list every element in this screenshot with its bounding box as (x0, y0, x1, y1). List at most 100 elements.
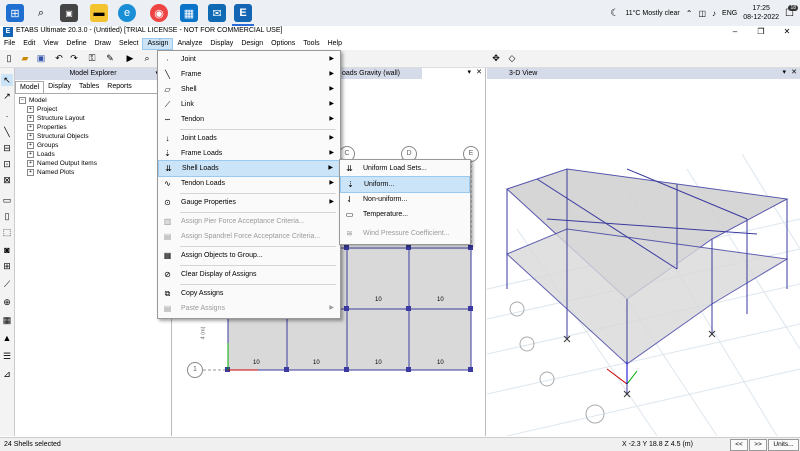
draw-dimension-icon[interactable]: ⊞ (1, 260, 13, 272)
draw-column-icon[interactable]: ⊡ (1, 158, 13, 170)
expand-icon[interactable]: + (27, 124, 34, 131)
store-icon[interactable]: ▦ (180, 4, 198, 22)
menu-item-joint-loads[interactable]: ↓ Joint Loads ▶ (158, 131, 340, 146)
draw-tendon-icon[interactable]: ⊕ (1, 296, 13, 308)
menu-item-tendon[interactable]: ∽ Tendon ▶ (158, 112, 340, 127)
draw-wall-icon[interactable]: ▯ (1, 210, 13, 222)
notification-icon[interactable]: ☐ 18 (785, 4, 798, 19)
tree-item-project[interactable]: + Project (27, 105, 97, 114)
edit-icon[interactable]: ✎ (104, 52, 116, 64)
draw-section-cut-icon[interactable]: ◙ (1, 244, 13, 256)
draw-grid-icon[interactable]: ▦ (1, 314, 13, 326)
undo-icon[interactable]: ↶ (53, 52, 65, 64)
clock[interactable]: 17:25 08-12-2022 (743, 4, 779, 22)
redo-icon[interactable]: ↷ (68, 52, 80, 64)
draw-link-icon[interactable]: ⊿ (1, 368, 13, 380)
draw-brace-icon[interactable]: ⊠ (1, 174, 13, 186)
menu-help[interactable]: Help (324, 38, 346, 50)
new-model-icon[interactable]: ▯ (3, 52, 15, 64)
menu-item-paste-assigns[interactable]: ▤ Paste Assigns ▶ (158, 301, 340, 316)
grid-bubble-1[interactable]: 1 (187, 362, 203, 378)
perspective-icon[interactable]: ◇ (506, 52, 518, 64)
menu-tools[interactable]: Tools (299, 38, 323, 50)
save-icon[interactable]: ▣ (35, 52, 47, 64)
mail-icon[interactable]: ✉ (208, 4, 226, 22)
menu-item-assign-group[interactable]: ▦ Assign Objects to Group... (158, 248, 340, 263)
menu-define[interactable]: Define (62, 38, 90, 50)
tab-display[interactable]: Display (44, 81, 75, 93)
collapse-icon[interactable]: − (19, 97, 26, 104)
menu-item-gauge-properties[interactable]: ⊙ Gauge Properties ▶ (158, 195, 340, 210)
menu-item-copy-assigns[interactable]: ⧉ Copy Assigns (158, 286, 340, 301)
menu-draw[interactable]: Draw (91, 38, 115, 50)
draw-frame-icon[interactable]: ╲ (1, 126, 13, 138)
tree-item-properties[interactable]: + Properties (27, 123, 97, 132)
next-view-button[interactable]: >> (749, 439, 767, 451)
expand-icon[interactable]: + (27, 133, 34, 140)
draw-wall-stack-icon[interactable]: ☰ (1, 350, 13, 362)
draw-floor-icon[interactable]: ▭ (1, 194, 13, 206)
zoom-icon[interactable]: ⌕ (141, 52, 153, 64)
menu-item-non-uniform[interactable]: ⇃ Non-uniform... (340, 192, 470, 207)
menu-item-uniform[interactable]: ⇣ Uniform... (340, 176, 470, 193)
expand-icon[interactable]: + (27, 160, 34, 167)
menu-view[interactable]: View (39, 38, 62, 50)
tree-item-structure-layout[interactable]: + Structure Layout (27, 114, 97, 123)
expand-icon[interactable]: + (27, 151, 34, 158)
draw-reference-icon[interactable]: ⟋ (1, 278, 13, 290)
restore-button[interactable]: ❐ (748, 26, 774, 38)
tree-item-loads[interactable]: + Loads (27, 150, 97, 159)
menu-analyze[interactable]: Analyze (173, 38, 206, 50)
3d-view-menu-icon[interactable]: ▾ (782, 68, 786, 76)
tree-item-named-output-items[interactable]: + Named Output Items (27, 159, 97, 168)
tree-item-groups[interactable]: + Groups (27, 141, 97, 150)
previous-view-button[interactable]: << (730, 439, 748, 451)
tab-model[interactable]: Model (15, 81, 45, 93)
draw-opening-icon[interactable]: ⬚ (1, 226, 13, 238)
3d-view-tab[interactable]: 3-D View (487, 68, 800, 79)
menu-item-frame-loads[interactable]: ⇣ Frame Loads ▶ (158, 146, 340, 161)
network-icon[interactable]: ◫ (698, 9, 706, 18)
expand-icon[interactable]: + (27, 169, 34, 176)
expand-icon[interactable]: + (27, 115, 34, 122)
menu-options[interactable]: Options (267, 38, 299, 50)
menu-edit[interactable]: Edit (19, 38, 39, 50)
open-icon[interactable]: ▰ (19, 52, 31, 64)
tree-root-model[interactable]: − Model (19, 96, 89, 105)
menu-select[interactable]: Select (115, 38, 142, 50)
menu-assign[interactable]: Assign (142, 38, 174, 50)
windows-start-icon[interactable]: ⊞ (6, 4, 24, 22)
file-explorer-icon[interactable]: ▬ (90, 4, 108, 22)
tab-tables[interactable]: Tables (75, 81, 103, 93)
menu-item-uniform-load-sets[interactable]: ⇊ Uniform Load Sets... (340, 161, 470, 176)
menu-file[interactable]: File (0, 38, 19, 50)
reshape-icon[interactable]: ↗ (1, 90, 13, 102)
menu-item-shell[interactable]: ▱ Shell ▶ (158, 82, 340, 97)
volume-icon[interactable]: ♪ (712, 9, 716, 18)
menu-item-link[interactable]: ⟋ Link ▶ (158, 97, 340, 112)
expand-icon[interactable]: + (27, 142, 34, 149)
menu-item-shell-loads[interactable]: ⇊ Shell Loads ▶ (158, 160, 340, 177)
language-indicator[interactable]: ENG (722, 10, 737, 17)
3d-view-window[interactable]: 3-D View ✕ ▾ (487, 68, 800, 436)
units-button[interactable]: Units... (768, 439, 799, 451)
menu-item-frame[interactable]: ╲ Frame ▶ (158, 67, 340, 82)
menu-item-tendon-loads[interactable]: ∿ Tendon Loads ▶ (158, 176, 340, 191)
pointer-icon[interactable]: ↖ (1, 74, 13, 86)
tab-reports[interactable]: Reports (103, 81, 136, 93)
menu-design[interactable]: Design (237, 38, 267, 50)
edge-browser-icon[interactable]: e (118, 4, 136, 22)
tree-item-structural-objects[interactable]: + Structural Objects (27, 132, 97, 141)
minimize-button[interactable]: – (722, 26, 748, 38)
tree-item-named-plots[interactable]: + Named Plots (27, 168, 97, 177)
draw-joint-icon[interactable]: · (1, 110, 13, 122)
weather-text[interactable]: 11°C Mostly clear (625, 10, 679, 17)
etabs-app-icon[interactable]: E (234, 4, 252, 22)
pan-icon[interactable]: ✥ (490, 52, 502, 64)
3d-view-close-icon[interactable]: ✕ (791, 68, 797, 76)
show-hidden-icons-icon[interactable]: ⌃ (686, 9, 693, 18)
menu-item-joint[interactable]: ∙ Joint ▶ (158, 52, 340, 67)
search-icon[interactable]: ⌕ (32, 4, 50, 22)
draw-beam-icon[interactable]: ⊟ (1, 142, 13, 154)
menu-display[interactable]: Display (206, 38, 237, 50)
